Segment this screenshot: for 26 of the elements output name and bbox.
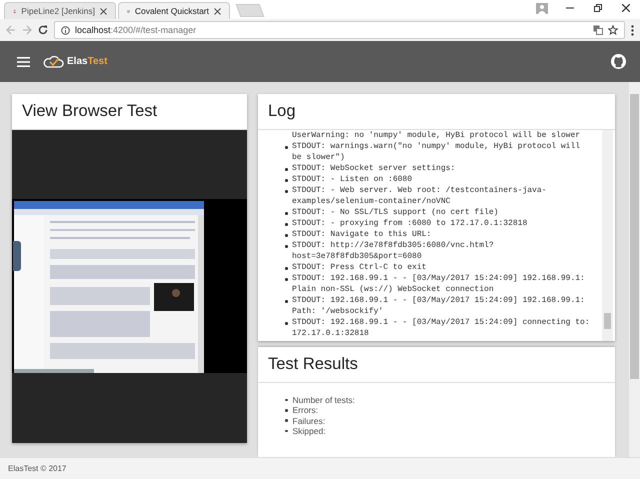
result-label: Number of tests:	[292, 395, 355, 406]
result-label: Failures:	[292, 416, 326, 426]
url-text: localhost:4200/#/test-manager	[75, 25, 196, 35]
footer-text: ElasTest © 2017	[8, 464, 66, 473]
result-label: Errors:	[292, 405, 318, 416]
browser-tab[interactable]: PipeLine2 [Jenkins]	[4, 2, 116, 19]
log-line: STDOUT: 192.168.99.1 - - [03/May/2017 15:24:09] 192.168.99.1: Plain non-SSL (ws://) WebSocket connection	[292, 273, 586, 295]
log-line: STDOUT: - Web server. Web root: /testcontainers-java-examples/selenium-container/noVNC	[292, 185, 548, 207]
result-label: Skipped:	[292, 426, 326, 436]
panel-title: Test Results	[268, 355, 358, 374]
address-bar[interactable]: localhost:4200/#/test-manager	[54, 21, 625, 39]
log-line: STDOUT: 192.168.99.1 - - [03/May/2017 15:24:09] 192.168.99.1: Path: '/websockify'	[292, 295, 586, 317]
log-line: STDOUT: - proxying from :6080 to 172.17.0.1:32818	[292, 218, 528, 229]
panel-title: Log	[268, 102, 296, 121]
log-line: STDOUT: 192.168.99.1 - - [03/May/2017 15:24:09] connecting to: 172.17.0.1:32818	[292, 317, 590, 339]
log-line: STDOUT: Navigate to this URL:	[292, 229, 432, 240]
log-line: UserWarning: no 'numpy' module, HyBi protocol will be slower	[292, 130, 582, 141]
log-line: STDOUT: warnings.warn("no 'numpy' module, HyBi protocol will be slower")	[292, 141, 582, 163]
panel-title: View Browser Test	[22, 102, 158, 121]
log-line: STDOUT: http://3e78f8fdb305:6080/vnc.html? host=3e78f8fdb305&port=6080	[292, 240, 495, 262]
log-line: STDOUT: Press Ctrl-C to exit	[292, 262, 428, 273]
browser-tab[interactable]: Covalent Quickstart	[118, 2, 230, 19]
brand-name[interactable]: ElasTest	[67, 56, 108, 67]
log-line: STDOUT: - Listen on :6080	[292, 174, 414, 185]
log-line: STDOUT: WebSocket server settings:	[292, 163, 456, 174]
log-line: STDOUT: - No SSL/TLS support (no cert file)	[292, 207, 500, 218]
